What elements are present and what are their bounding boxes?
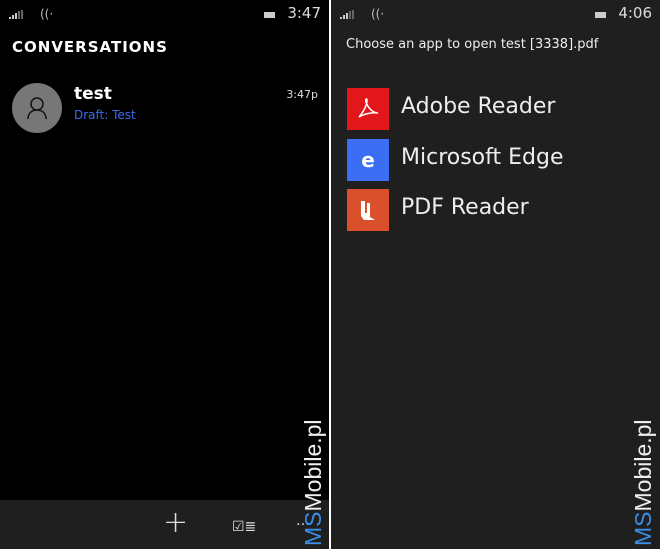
app-bar: + ☑≣ …: [0, 500, 329, 549]
open-with-screen: ((· 4:06 Choose an app to open test [333…: [331, 0, 660, 549]
pdf-reader-icon: [347, 189, 389, 231]
app-name: Adobe Reader: [401, 94, 556, 119]
page-title: CONVERSATIONS: [12, 38, 168, 56]
app-name: Microsoft Edge: [401, 145, 564, 170]
avatar: [12, 83, 62, 133]
wifi-icon: ((·: [371, 7, 385, 21]
watermark-ms: MS: [630, 511, 656, 547]
status-bar: ((· 4:06: [331, 0, 660, 30]
contact-name: test: [74, 84, 112, 104]
open-with-prompt: Choose an app to open test [3338].pdf: [346, 37, 599, 52]
person-icon: [27, 97, 47, 120]
wifi-icon: ((·: [40, 7, 54, 21]
new-message-button[interactable]: +: [163, 508, 188, 538]
watermark-rest: Mobile.pl: [300, 419, 326, 512]
conversation-item[interactable]: test Draft: Test 3:47p: [12, 83, 322, 133]
signal-icon: [340, 10, 354, 19]
watermark-rest: Mobile.pl: [630, 419, 656, 512]
clock: 3:47: [287, 4, 321, 22]
draft-preview: Draft: Test: [74, 108, 136, 122]
edge-icon: e: [347, 139, 389, 181]
battery-icon: [264, 12, 275, 18]
message-time: 3:47p: [286, 88, 318, 101]
app-option-adobe-reader[interactable]: Adobe Reader: [347, 88, 647, 130]
app-option-microsoft-edge[interactable]: e Microsoft Edge: [347, 139, 647, 181]
signal-icon: [9, 10, 23, 19]
watermark: MSMobile.pl: [630, 419, 657, 546]
messaging-screen: ((· 3:47 CONVERSATIONS test Draft: Test …: [0, 0, 329, 549]
select-button[interactable]: ☑≣: [232, 514, 256, 540]
app-name: PDF Reader: [401, 195, 529, 220]
watermark-ms: MS: [300, 511, 326, 547]
adobe-reader-icon: [347, 88, 389, 130]
app-option-pdf-reader[interactable]: PDF Reader: [347, 189, 647, 231]
battery-icon: [595, 12, 606, 18]
clock: 4:06: [618, 4, 652, 22]
watermark: MSMobile.pl: [300, 419, 327, 546]
status-bar: ((· 3:47: [0, 0, 329, 30]
